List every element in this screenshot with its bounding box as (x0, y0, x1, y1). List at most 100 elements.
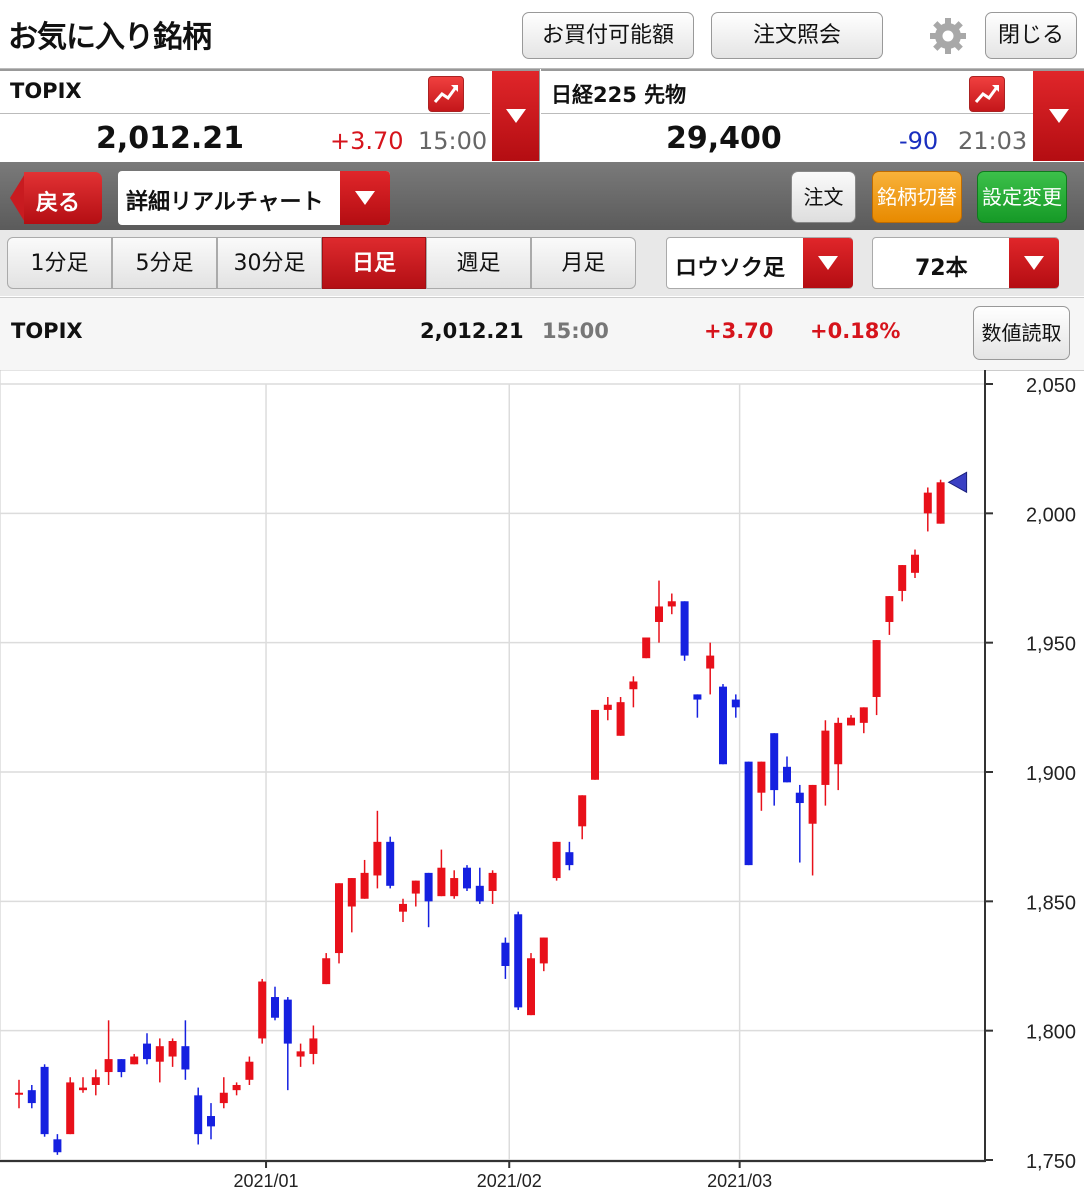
back-button[interactable]: 戻る (10, 172, 102, 224)
bar-count-select[interactable]: 72本 (872, 237, 1059, 289)
info-name: TOPIX (11, 319, 83, 343)
candle-body (245, 1061, 254, 1080)
candle-body (911, 554, 919, 573)
tab-monthly[interactable]: 月足 (531, 237, 636, 289)
ticker-time: 21:03 (958, 127, 1028, 155)
chart-view-select[interactable]: 詳細リアルチャート (118, 171, 390, 225)
candle-body (923, 492, 932, 514)
y-tick-label: 1,800 (1026, 1022, 1076, 1044)
candle-body (271, 997, 279, 1018)
tab-weekly[interactable]: 週足 (426, 237, 531, 289)
change-settings-button[interactable]: 設定変更 (977, 171, 1067, 223)
candle-body (283, 999, 292, 1044)
x-tick-label: 2021/01 (234, 1171, 299, 1191)
candle-body (463, 867, 471, 889)
candle-body (475, 885, 484, 902)
candle-body (591, 709, 599, 780)
chevron-down-icon (1049, 109, 1069, 123)
candle-body (373, 841, 382, 876)
order-inquiry-button[interactable]: 注文照会 (711, 12, 883, 59)
order-button[interactable]: 注文 (791, 171, 856, 223)
divider (541, 113, 1033, 114)
close-button[interactable]: 閉じる (985, 12, 1077, 59)
ticker-time: 15:00 (418, 127, 488, 155)
switch-symbol-button[interactable]: 銘柄切替 (872, 171, 962, 223)
chevron-down-icon (818, 256, 838, 270)
x-tick-label: 2021/03 (707, 1171, 772, 1191)
candle-body (539, 937, 548, 964)
y-tick-label: 1,950 (1026, 634, 1076, 656)
chart-type-select[interactable]: ロウソク足 (666, 237, 853, 289)
candle-body (936, 482, 945, 524)
candle-body (795, 792, 804, 804)
candle-body (770, 733, 779, 791)
dropdown-button[interactable] (1009, 238, 1059, 288)
bar-count-label: 72本 (915, 256, 968, 281)
candle-body (898, 565, 907, 591)
y-tick-label: 1,900 (1026, 763, 1076, 785)
tab-5min[interactable]: 5分足 (112, 237, 217, 289)
candle-body (15, 1092, 23, 1095)
candle-body (655, 606, 663, 622)
candle-body (155, 1046, 164, 1062)
read-values-button[interactable]: 数値読取 (973, 306, 1070, 360)
page-title: お気に入り銘柄 (8, 20, 212, 55)
candle-body (424, 872, 433, 902)
candle-body (194, 1095, 203, 1135)
candle-body (27, 1090, 36, 1104)
candle-body (616, 702, 625, 736)
gear-icon[interactable] (928, 16, 968, 56)
ticker-name: TOPIX (10, 79, 82, 103)
ticker-name: 日経225 先物 (551, 83, 687, 107)
tab-1min[interactable]: 1分足 (7, 237, 112, 289)
ticker-change: +3.70 (330, 127, 404, 155)
tab-30min[interactable]: 30分足 (217, 237, 322, 289)
info-time: 15:00 (542, 319, 609, 343)
tab-daily[interactable]: 日足 (322, 237, 426, 289)
chart-trend-icon[interactable] (428, 76, 464, 112)
ticker-change: -90 (899, 127, 939, 155)
candle-body (680, 601, 689, 656)
candlestick-chart[interactable]: 1,750 1,800 1,850 1,900 1,950 2,000 2,050 2021/… (0, 369, 1084, 1200)
candle-body (40, 1066, 49, 1135)
ticker-panel-topix[interactable]: TOPIX 2,012.21 +3.70 15:00 (0, 69, 540, 161)
candle-body (565, 852, 574, 866)
x-tick-label: 2021/02 (477, 1171, 542, 1191)
chart-view-label: 詳細リアルチャート (126, 190, 324, 215)
chart-canvas: 1,750 1,800 1,850 1,900 1,950 2,000 2,050 2021/… (0, 369, 1076, 1191)
divider (0, 113, 490, 114)
candle-body (207, 1116, 215, 1127)
dropdown-button[interactable] (340, 171, 390, 225)
chevron-down-icon (506, 109, 526, 123)
candle-body (130, 1056, 139, 1065)
ticker-panel-nikkei[interactable]: 日経225 先物 29,400 -90 21:03 (541, 69, 1084, 161)
info-change-pct: +0.18% (810, 319, 901, 343)
ticker-dropdown-button[interactable] (492, 71, 539, 161)
candle-body (386, 841, 395, 886)
candle-body (693, 694, 702, 700)
ticker-dropdown-button[interactable] (1033, 71, 1084, 161)
candle-body (258, 981, 267, 1039)
candle-body (667, 601, 676, 607)
chevron-down-icon (355, 191, 375, 205)
info-change: +3.70 (704, 319, 774, 343)
candle-body (603, 704, 612, 710)
candle-body (719, 686, 727, 765)
candle-body (859, 707, 868, 723)
candle-body (552, 841, 561, 879)
y-tick-label: 1,850 (1026, 892, 1076, 914)
chart-trend-icon[interactable] (969, 76, 1005, 112)
candle-body (872, 640, 881, 697)
ticker-price: 2,012.21 (96, 121, 245, 156)
y-tick-label: 2,050 (1026, 375, 1076, 397)
candle-body (347, 878, 356, 907)
candle-body (309, 1038, 318, 1054)
buy-power-button[interactable]: お買付可能額 (522, 12, 694, 59)
candle-body (322, 958, 331, 985)
candle-body (757, 761, 766, 793)
candle-body (488, 872, 497, 891)
candle-body (578, 795, 587, 827)
dropdown-button[interactable] (803, 238, 853, 288)
candle-body (629, 681, 638, 690)
candle-body (143, 1043, 151, 1060)
